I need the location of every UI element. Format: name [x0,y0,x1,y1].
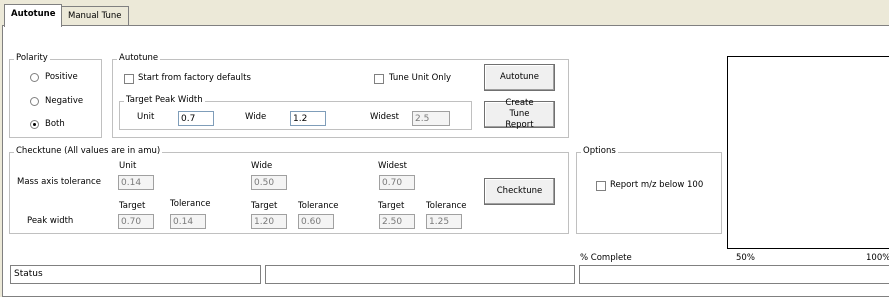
options-group-title: Options [581,146,618,156]
autotune-group-title: Autotune [117,53,161,63]
polarity-group-title: Polarity [14,53,50,63]
unit-target-header: Target [119,201,146,211]
peak-width-label: Peak width [27,216,74,226]
tune-unit-only-label: Tune Unit Only [389,73,452,83]
options-group [576,152,722,234]
status-box: Status [10,265,261,284]
wide-tolerance-input[interactable] [298,214,334,229]
unit-tolerance-header: Tolerance [170,199,211,209]
radio-positive[interactable] [30,73,39,82]
widest-target-input[interactable] [379,214,415,229]
mass-unit-input[interactable] [118,175,154,190]
col-unit-header: Unit [119,161,137,171]
mass-wide-input[interactable] [251,175,287,190]
tab-strip: Autotune Manual Tune [0,0,889,27]
radio-both-label: Both [45,119,65,129]
wide-label: Wide [245,112,267,122]
report-mz-below-100-label: Report m/z below 100 [610,180,704,190]
radio-both[interactable] [30,120,39,129]
radio-positive-label: Positive [45,72,78,82]
tab-manual-tune[interactable]: Manual Tune [61,6,129,26]
mass-axis-tolerance-label: Mass axis tolerance [17,177,101,187]
mass-widest-input[interactable] [379,175,415,190]
checktune-group-title: Checktune (All values are in amu) [14,146,163,156]
target-peak-width-title: Target Peak Width [124,95,205,105]
progress-bar [579,265,889,284]
report-mz-below-100-checkbox[interactable] [596,181,606,191]
unit-target-input[interactable] [118,214,154,229]
wide-peak-width-input[interactable] [290,111,326,126]
widest-label: Widest [370,112,399,122]
widest-tolerance-input[interactable] [426,214,462,229]
unit-label: Unit [137,112,155,122]
radio-negative-label: Negative [45,96,84,106]
col-wide-header: Wide [251,161,273,171]
create-tune-report-button[interactable]: Create Tune Report [484,98,555,130]
widest-peak-width-input[interactable] [412,111,450,126]
autotune-button[interactable]: Autotune [484,64,555,91]
tab-autotune[interactable]: Autotune [4,4,63,27]
percent-complete-label: % Complete [580,253,632,263]
wide-target-header: Target [251,201,278,211]
factory-defaults-checkbox[interactable] [124,74,134,84]
factory-defaults-label: Start from factory defaults [138,73,251,83]
wide-tolerance-header: Tolerance [298,201,339,211]
tune-display-area [727,56,889,249]
tune-unit-only-checkbox[interactable] [374,74,384,84]
status-message-box [265,265,575,284]
progress-100-label: 100% [866,253,889,263]
widest-tolerance-header: Tolerance [426,201,467,211]
unit-tolerance-input[interactable] [170,214,206,229]
col-widest-header: Widest [378,161,407,171]
radio-negative[interactable] [30,97,39,106]
widest-target-header: Target [378,201,405,211]
status-label: Status [14,269,43,279]
unit-peak-width-input[interactable] [178,111,214,126]
progress-50-label: 50% [736,253,755,263]
checktune-button[interactable]: Checktune [484,178,555,205]
wide-target-input[interactable] [251,214,287,229]
